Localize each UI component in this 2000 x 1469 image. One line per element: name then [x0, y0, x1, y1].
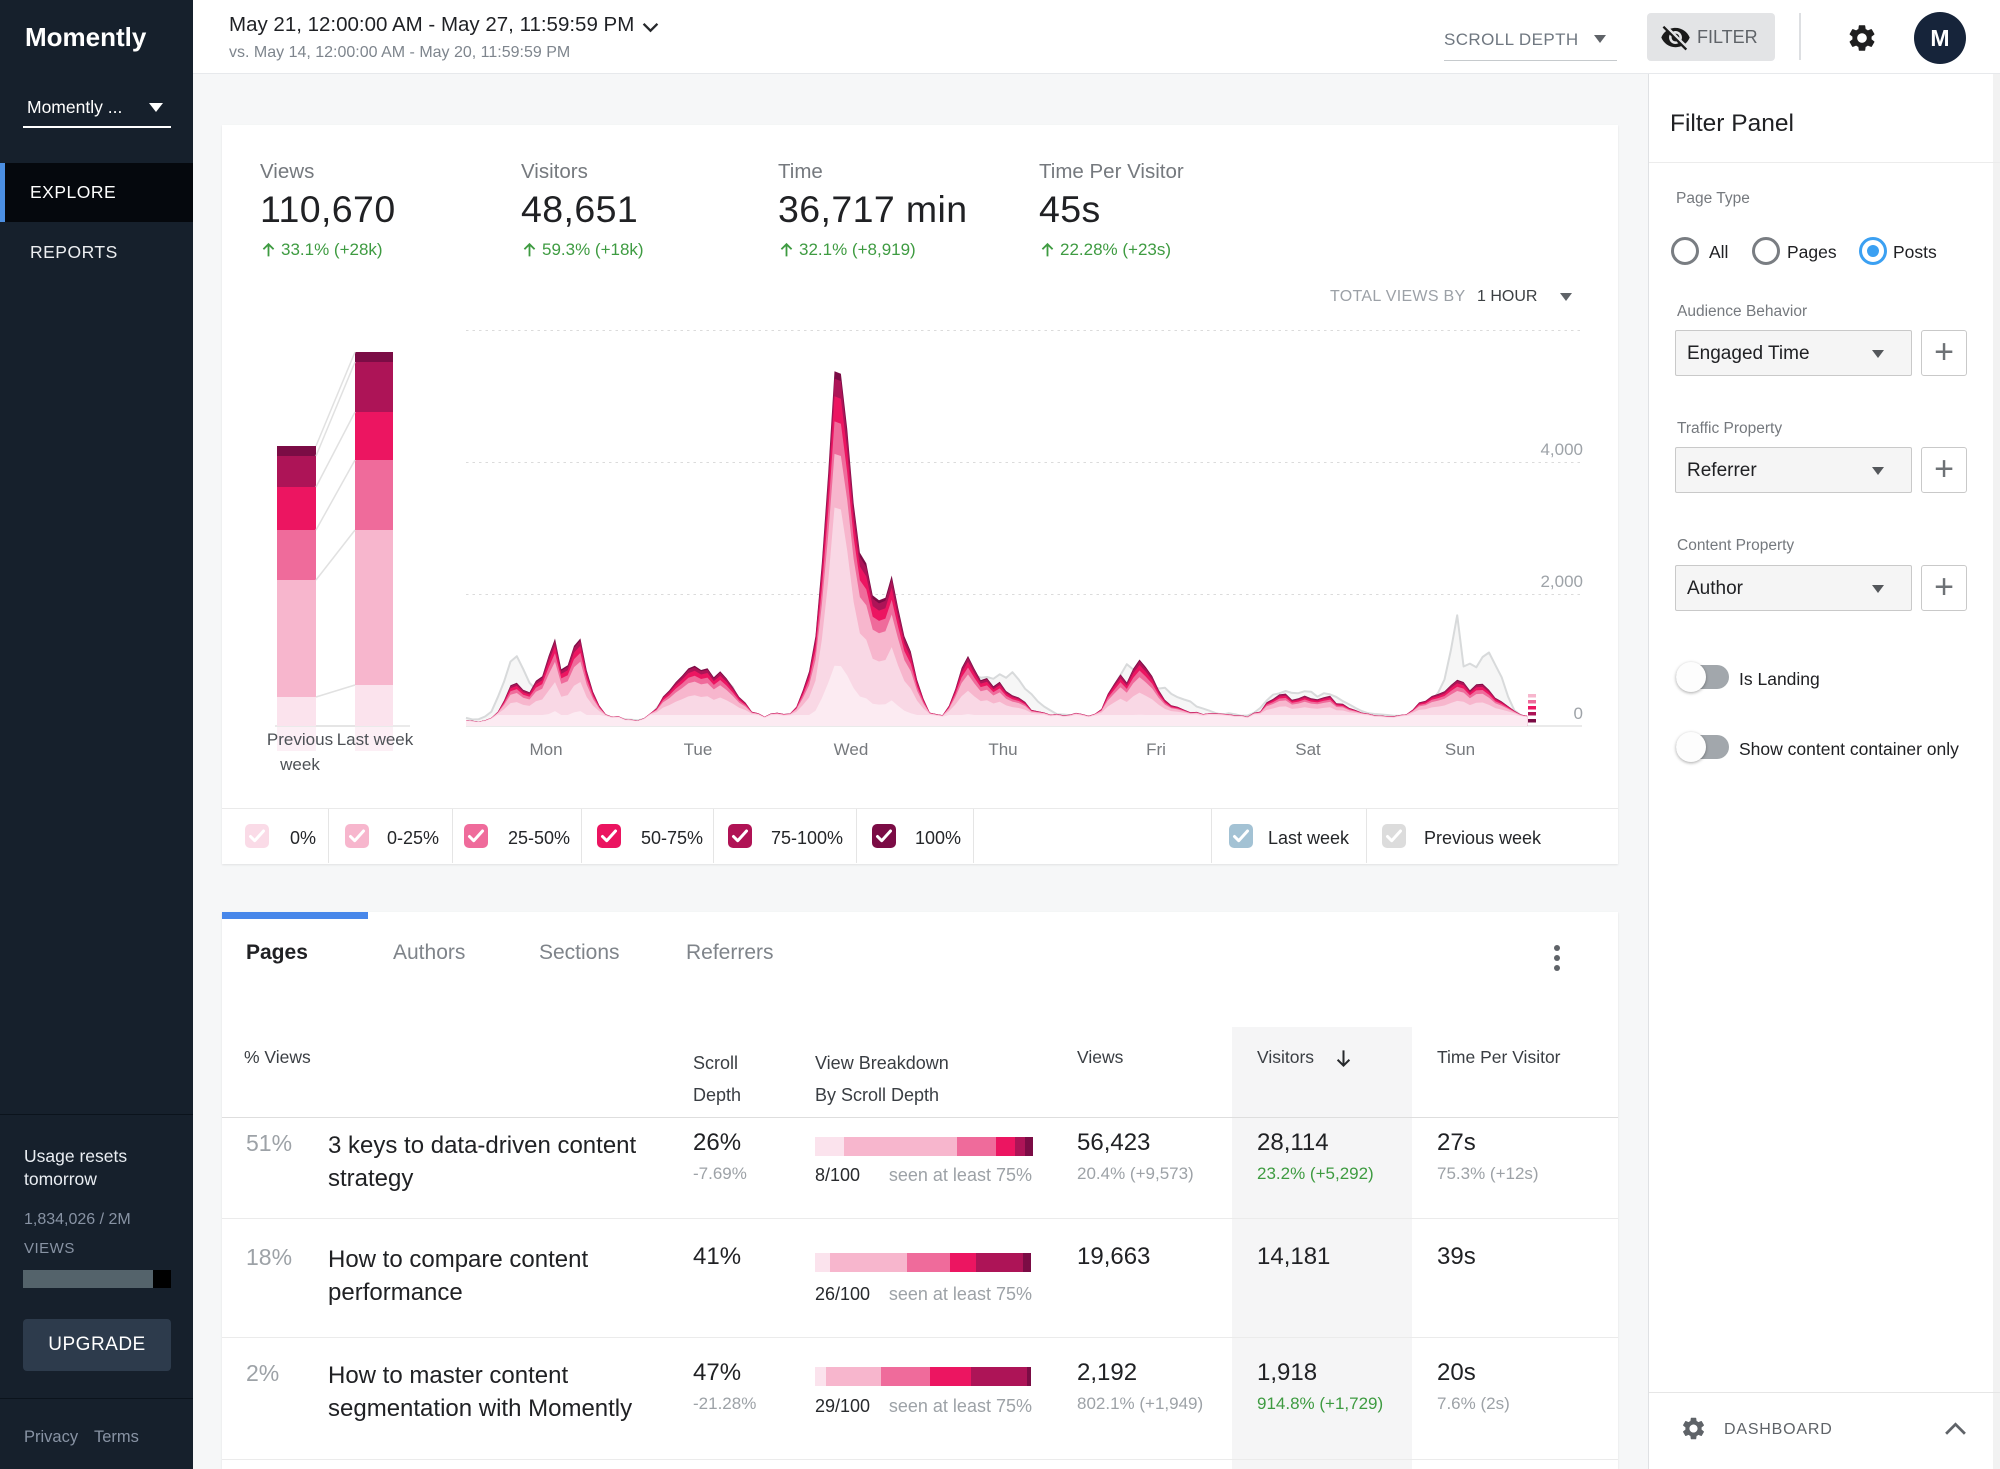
svg-text:Tue: Tue: [684, 740, 713, 759]
svg-text:Thu: Thu: [988, 740, 1017, 759]
svg-text:0: 0: [1574, 704, 1583, 723]
svg-text:Fri: Fri: [1146, 740, 1166, 759]
svg-text:Last week: Last week: [337, 730, 414, 749]
svg-text:4,000: 4,000: [1540, 440, 1583, 459]
svg-text:Sun: Sun: [1445, 740, 1475, 759]
svg-text:Sat: Sat: [1295, 740, 1321, 759]
svg-text:2,000: 2,000: [1540, 572, 1583, 591]
svg-text:week: week: [279, 755, 320, 774]
svg-text:Mon: Mon: [529, 740, 562, 759]
svg-text:Wed: Wed: [834, 740, 869, 759]
svg-text:Previous: Previous: [267, 730, 333, 749]
